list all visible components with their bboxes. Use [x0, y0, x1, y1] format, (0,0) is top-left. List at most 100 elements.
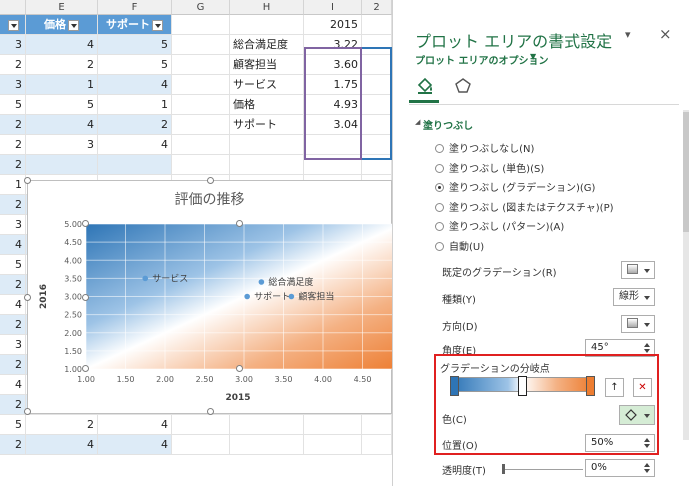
- cell-a[interactable]: 5: [0, 95, 26, 115]
- cell-i[interactable]: [304, 435, 362, 455]
- cell-f[interactable]: 2: [98, 115, 172, 135]
- cell-g[interactable]: [172, 75, 230, 95]
- column-header-g[interactable]: G: [172, 0, 230, 15]
- cell-g[interactable]: [172, 415, 230, 435]
- cell-f[interactable]: 5: [98, 55, 172, 75]
- cell-h[interactable]: 価格: [230, 95, 304, 115]
- cell-j[interactable]: [362, 115, 392, 135]
- pane-options-chevron-icon[interactable]: ▾: [625, 28, 631, 41]
- cell-j[interactable]: [362, 95, 392, 115]
- plot-area-handle-left[interactable]: [82, 294, 89, 301]
- cell-i[interactable]: 3.60: [304, 55, 362, 75]
- cell-f[interactable]: 4: [98, 135, 172, 155]
- plot-area-handle-bottom[interactable]: [236, 365, 243, 372]
- resize-handle-top[interactable]: [207, 177, 214, 184]
- cell-h[interactable]: 顧客担当: [230, 55, 304, 75]
- plot-area-options-dropdown[interactable]: プロット エリアのオプション: [415, 52, 548, 67]
- point-data-label[interactable]: 顧客担当: [298, 291, 334, 303]
- filter-dropdown-icon[interactable]: [8, 19, 19, 31]
- cell-g[interactable]: [172, 35, 230, 55]
- cell-i[interactable]: 3.04: [304, 115, 362, 135]
- fill-radio-option[interactable]: 塗りつぶし (パターン)(A): [435, 218, 564, 233]
- scatter-chart[interactable]: 評価の推移 5.00 4.50 4.00 3.50 3.00 2.50 2.00 1.50 1.…: [24, 177, 392, 415]
- gradient-type-dropdown[interactable]: 線形: [613, 288, 655, 306]
- cell-e[interactable]: 2: [26, 55, 98, 75]
- column-header-e[interactable]: E: [26, 0, 98, 15]
- cell-e[interactable]: 5: [26, 95, 98, 115]
- cell-g[interactable]: [172, 115, 230, 135]
- cell-a[interactable]: 4: [0, 235, 26, 255]
- cell-a[interactable]: 2: [0, 355, 26, 375]
- radio-button-icon[interactable]: [435, 241, 444, 251]
- cell-h-header[interactable]: [230, 15, 304, 35]
- cell-g[interactable]: [172, 95, 230, 115]
- position-spinner[interactable]: 50%: [585, 434, 655, 452]
- cell-h[interactable]: [230, 135, 304, 155]
- cell-e[interactable]: 4: [26, 435, 98, 455]
- point-data-label[interactable]: サービス: [152, 273, 188, 284]
- radio-button-icon[interactable]: [435, 202, 444, 212]
- cell-e[interactable]: 4: [26, 35, 98, 55]
- resize-handle-bottom[interactable]: [207, 408, 214, 415]
- radio-button-icon[interactable]: [435, 183, 444, 192]
- resize-handle-left[interactable]: [24, 294, 31, 301]
- filter-dropdown-icon[interactable]: [68, 19, 79, 31]
- column-header-h[interactable]: H: [230, 0, 304, 15]
- transparency-spinner[interactable]: 0%: [585, 459, 655, 477]
- fill-radio-option[interactable]: 塗りつぶし (図またはテクスチャ)(P): [435, 199, 614, 214]
- cell-e[interactable]: 4: [26, 115, 98, 135]
- cell-f[interactable]: 1: [98, 95, 172, 115]
- chevron-down-icon[interactable]: ▼: [530, 52, 536, 61]
- cell-a[interactable]: 4: [0, 295, 26, 315]
- cell-a[interactable]: 2: [0, 435, 26, 455]
- cell-g-header[interactable]: [172, 15, 230, 35]
- cell-a[interactable]: 3: [0, 335, 26, 355]
- plot-area-handle-top[interactable]: [236, 220, 243, 227]
- radio-button-icon[interactable]: [435, 163, 444, 173]
- cell-a[interactable]: 2: [0, 315, 26, 335]
- collapse-triangle-icon[interactable]: ◢: [415, 118, 420, 126]
- close-icon[interactable]: ×: [659, 25, 672, 43]
- paint-bucket-icon[interactable]: [415, 76, 435, 96]
- cell-a[interactable]: 2: [0, 395, 26, 415]
- cell-i[interactable]: [304, 135, 362, 155]
- y-axis-title[interactable]: 2016: [39, 284, 49, 309]
- color-picker-button[interactable]: [619, 405, 655, 425]
- cell-g[interactable]: [172, 135, 230, 155]
- cell-j[interactable]: [362, 435, 392, 455]
- cell-a[interactable]: 3: [0, 35, 26, 55]
- column-header-i[interactable]: I: [304, 0, 362, 15]
- cell-i[interactable]: 1.75: [304, 75, 362, 95]
- row-header-filter[interactable]: [0, 15, 26, 35]
- header-cell-support[interactable]: サポート: [98, 15, 172, 35]
- cell-e[interactable]: 2: [26, 415, 98, 435]
- column-header-f[interactable]: F: [98, 0, 172, 15]
- cell-h[interactable]: サポート: [230, 115, 304, 135]
- cell-a[interactable]: 2: [0, 115, 26, 135]
- cell-a[interactable]: 3: [0, 75, 26, 95]
- pane-scrollbar-thumb[interactable]: [683, 112, 689, 232]
- cell-f[interactable]: 4: [98, 75, 172, 95]
- cell-a[interactable]: 2: [0, 135, 26, 155]
- column-header-j[interactable]: 2: [362, 0, 392, 15]
- fill-radio-option[interactable]: 塗りつぶし (グラデーション)(G): [435, 179, 595, 194]
- scatter-point[interactable]: [258, 279, 265, 285]
- add-gradient-stop-button[interactable]: ↑: [605, 378, 624, 397]
- cell-f[interactable]: 5: [98, 35, 172, 55]
- preset-gradient-dropdown[interactable]: [621, 261, 655, 279]
- direction-dropdown[interactable]: [621, 315, 655, 333]
- cell-i-header[interactable]: 2015: [304, 15, 362, 35]
- cell-f[interactable]: 4: [98, 415, 172, 435]
- cell-h[interactable]: サービス: [230, 75, 304, 95]
- radio-button-icon[interactable]: [435, 222, 444, 231]
- point-data-label[interactable]: 総合満足度: [268, 276, 313, 288]
- gradient-stop-2-selected[interactable]: [518, 376, 527, 396]
- cell-a[interactable]: 1: [0, 175, 26, 195]
- x-axis-title[interactable]: 2015: [225, 393, 250, 403]
- gradient-stop-1[interactable]: [450, 376, 459, 396]
- cell-i[interactable]: [304, 155, 362, 175]
- cell-j[interactable]: [362, 35, 392, 55]
- cell-a[interactable]: 2: [0, 275, 26, 295]
- cell-a[interactable]: 2: [0, 155, 26, 175]
- pentagon-effects-icon[interactable]: [453, 76, 473, 96]
